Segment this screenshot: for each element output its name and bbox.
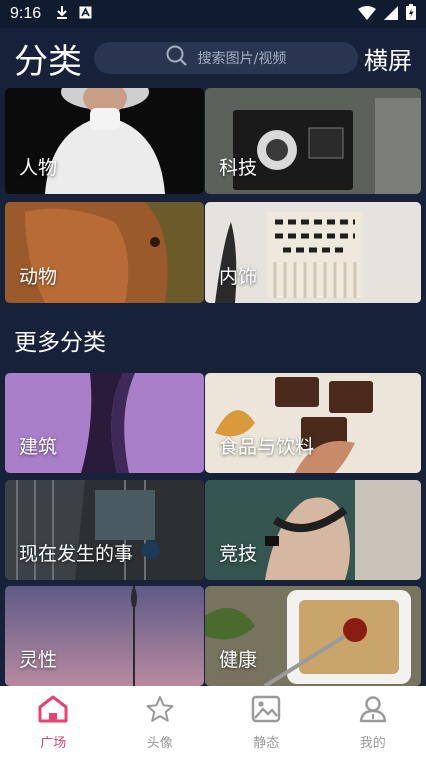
category-tile-health[interactable]: 健康 — [205, 586, 421, 686]
category-tile-tech[interactable]: 科技 — [205, 88, 421, 194]
page-title: 分类 — [14, 41, 82, 82]
category-tile-food[interactable]: 食品与饮料 — [205, 373, 421, 473]
category-tile-architecture[interactable]: 建筑 — [5, 373, 204, 473]
tab-label: 静态 — [253, 735, 280, 751]
tab-mine[interactable]: 我的 — [320, 686, 426, 759]
signal-icon — [384, 5, 398, 24]
tab-avatar[interactable]: 头像 — [107, 686, 214, 759]
category-label: 食品与饮料 — [219, 436, 315, 458]
category-list[interactable]: 人物 科技 动物 内饰 更多分类 建筑 食品与饮料 现在发生的事 竞技 灵性 健… — [0, 88, 426, 686]
tab-label: 头像 — [146, 735, 173, 751]
status-time: 9:16 — [10, 5, 42, 22]
keyboard-icon — [79, 6, 92, 23]
header: 分类 搜索图片/视频 横屏 — [0, 28, 426, 88]
category-label: 建筑 — [19, 436, 58, 458]
category-label: 科技 — [219, 157, 258, 179]
search-icon — [166, 45, 188, 71]
tab-label: 我的 — [359, 735, 386, 751]
category-tile-people[interactable]: 人物 — [5, 88, 204, 194]
download-icon — [55, 5, 69, 23]
person-icon — [358, 695, 388, 727]
search-bar[interactable]: 搜索图片/视频 — [94, 42, 358, 74]
category-tile-current-events[interactable]: 现在发生的事 — [5, 480, 204, 580]
category-tile-spirituality[interactable]: 灵性 — [5, 586, 204, 686]
category-label: 竞技 — [219, 543, 258, 565]
status-bar: 9:16 — [0, 0, 426, 28]
wifi-icon — [358, 5, 376, 24]
home-icon — [38, 695, 68, 727]
landscape-button[interactable]: 横屏 — [364, 41, 412, 76]
category-tile-sports[interactable]: 竞技 — [205, 480, 421, 580]
category-label: 灵性 — [19, 649, 58, 671]
category-label: 现在发生的事 — [19, 543, 134, 565]
image-icon — [251, 695, 281, 727]
category-label: 健康 — [219, 649, 258, 671]
battery-icon — [406, 4, 416, 24]
category-label: 内饰 — [219, 266, 258, 288]
star-icon — [145, 695, 175, 727]
category-label: 人物 — [19, 157, 58, 179]
tab-plaza[interactable]: 广场 — [0, 686, 107, 759]
tab-static[interactable]: 静态 — [213, 686, 320, 759]
search-placeholder: 搜索图片/视频 — [197, 51, 287, 67]
section-title-more: 更多分类 — [14, 330, 106, 356]
tab-label: 广场 — [40, 735, 67, 751]
category-label: 动物 — [19, 266, 58, 288]
category-tile-interior[interactable]: 内饰 — [205, 202, 421, 303]
bottom-tab-bar: 广场 头像 静态 我的 — [0, 686, 426, 759]
category-tile-animals[interactable]: 动物 — [5, 202, 204, 303]
